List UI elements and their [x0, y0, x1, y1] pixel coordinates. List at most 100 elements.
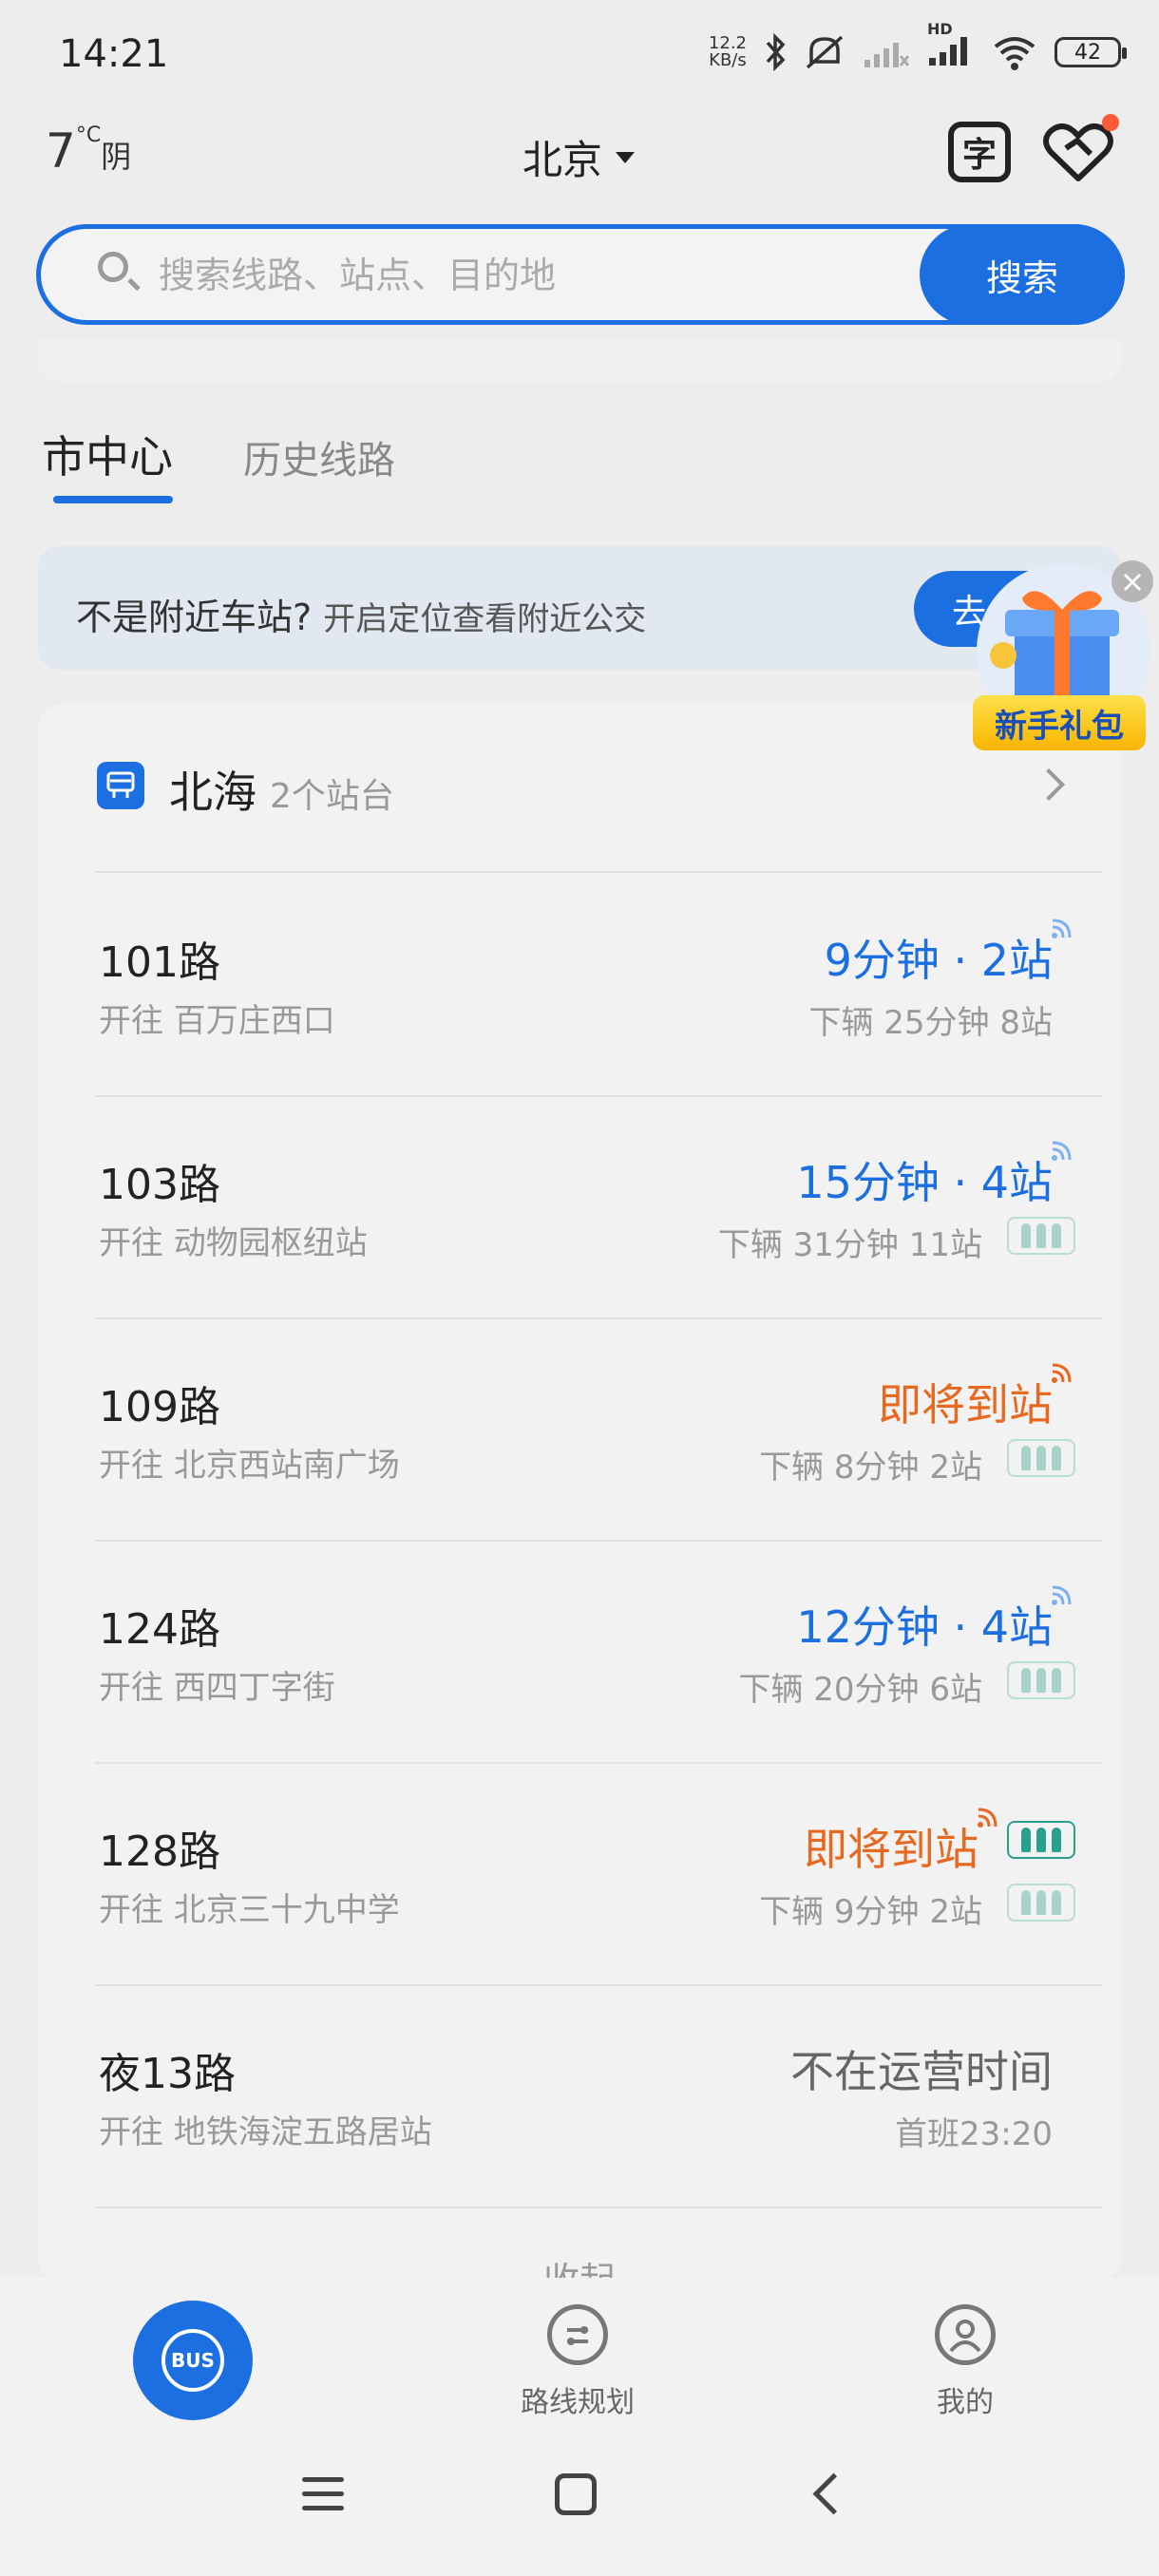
tab-active-indicator	[53, 496, 173, 503]
battery-level: 42	[1074, 40, 1101, 65]
mute-icon	[806, 35, 844, 69]
route-eta: 15分钟 · 4站	[796, 1157, 1053, 1208]
system-nav	[0, 2435, 1159, 2576]
route-destination: 开往 百万庄西口	[99, 1002, 335, 1040]
caret-down-icon	[616, 151, 636, 163]
wifi-icon	[994, 37, 1036, 70]
status-icons: 12.2 KB/s HD 42	[709, 20, 1127, 76]
route-eta: 不在运营时间	[790, 2046, 1053, 2097]
route-destination: 开往 地铁海淀五路居站	[99, 2113, 432, 2151]
next-bus-info: 下辆 8分钟 2站	[759, 1449, 982, 1487]
search-button[interactable]: 搜索	[920, 224, 1125, 325]
route-eta: 即将到站	[804, 1824, 978, 1875]
battery-icon: 42	[1054, 37, 1127, 67]
temp-unit: °C	[75, 123, 102, 147]
route-number: 109路	[99, 1383, 220, 1431]
route-row[interactable]: 103路开往 动物园枢纽站 15分钟 · 4站下辆 31分钟 11站	[38, 1095, 1121, 1317]
close-icon[interactable]: ×	[1112, 560, 1153, 602]
station-header[interactable]: 北海 2个站台	[38, 705, 1121, 871]
next-bus-info: 下辆 20分钟 6站	[738, 1671, 982, 1709]
route-destination: 开往 西四丁字街	[99, 1669, 335, 1707]
nav-route-plan[interactable]: 路线规划	[483, 2304, 673, 2420]
route-destination: 开往 北京西站南广场	[99, 1447, 400, 1485]
realtime-signal-icon	[1049, 1583, 1074, 1612]
crowd-level-icon	[1007, 1217, 1075, 1255]
realtime-signal-icon	[1049, 917, 1074, 945]
city-name: 北京	[522, 137, 603, 183]
location-banner: 不是附近车站? 开启定位查看附近公交 去	[38, 546, 1121, 670]
banner-title: 不是附近车站?	[76, 597, 313, 638]
status-time: 14:21	[59, 32, 169, 76]
notification-dot	[1102, 114, 1119, 131]
nav-mine[interactable]: 我的	[870, 2304, 1060, 2420]
divider	[95, 2207, 1102, 2208]
next-bus-info: 下辆 31分钟 11站	[717, 1226, 982, 1264]
tab-history-routes[interactable]: 历史线路	[243, 429, 395, 484]
signal-icon	[929, 37, 967, 66]
realtime-signal-icon	[1049, 1139, 1074, 1167]
nav-bus[interactable]: BUS	[133, 2301, 253, 2420]
route-row[interactable]: 109路开往 北京西站南广场 即将到站下辆 8分钟 2站	[38, 1317, 1121, 1540]
route-eta: 12分钟 · 4站	[796, 1601, 1053, 1653]
station-count: 2个站台	[270, 777, 394, 816]
ocr-scan-button[interactable]: 字	[948, 122, 1011, 182]
route-plan-icon	[547, 2304, 608, 2365]
heart-handshake-icon[interactable]	[1043, 120, 1113, 186]
weather[interactable]: 7°C阴	[46, 123, 131, 179]
crowd-level-icon	[1007, 1884, 1075, 1922]
nav-route-plan-label: 路线规划	[521, 2386, 635, 2419]
route-number: 101路	[99, 938, 220, 987]
station-card: 北海 2个站台 101路开往 百万庄西口 9分钟 · 2站下辆 25分钟 8站 103…	[38, 705, 1121, 2301]
status-bar: 14:21 12.2 KB/s HD 42	[0, 0, 1159, 104]
route-number: 夜13路	[99, 2050, 236, 2098]
nav-mine-label: 我的	[937, 2386, 994, 2419]
menu-icon[interactable]	[302, 2477, 344, 2511]
bus-icon: BUS	[162, 2329, 224, 2392]
next-bus-info: 下辆 9分钟 2站	[759, 1893, 982, 1931]
user-icon	[935, 2304, 996, 2365]
route-eta: 9分钟 · 2站	[824, 935, 1053, 986]
route-number: 124路	[99, 1605, 220, 1654]
banner-subtitle: 开启定位查看附近公交	[323, 600, 647, 638]
temperature: 7	[46, 123, 76, 179]
next-bus-info: 下辆 25分钟 8站	[808, 1004, 1053, 1042]
home-icon[interactable]	[555, 2473, 597, 2515]
route-destination: 开往 动物园枢纽站	[99, 1224, 368, 1262]
header-shadow	[38, 340, 1121, 382]
bus-stop-icon	[97, 762, 144, 809]
route-row[interactable]: 124路开往 西四丁字街 12分钟 · 4站下辆 20分钟 6站	[38, 1540, 1121, 1762]
search-bar: 搜索	[36, 224, 1125, 325]
banner-text: 不是附近车站? 开启定位查看附近公交	[76, 588, 646, 640]
bluetooth-icon	[766, 33, 786, 71]
weather-condition: 阴	[101, 139, 132, 175]
search-input[interactable]	[157, 246, 959, 305]
station-name: 北海 2个站台	[169, 758, 394, 821]
realtime-signal-icon	[1049, 1361, 1074, 1390]
realtime-signal-icon	[975, 1806, 999, 1834]
crowd-level-icon	[1007, 1821, 1075, 1859]
route-eta: 即将到站	[878, 1379, 1053, 1430]
route-row[interactable]: 101路开往 百万庄西口 9分钟 · 2站下辆 25分钟 8站	[38, 873, 1121, 1095]
crowd-level-icon	[1007, 1661, 1075, 1699]
route-row[interactable]: 夜13路开往 地铁海淀五路居站 不在运营时间首班23:20	[38, 1984, 1121, 2207]
next-bus-info: 首班23:20	[895, 2115, 1053, 2153]
ocr-icon: 字	[961, 136, 997, 175]
route-destination: 开往 北京三十九中学	[99, 1891, 400, 1929]
route-number: 128路	[99, 1828, 220, 1876]
crowd-level-icon	[1007, 1439, 1075, 1477]
route-number: 103路	[99, 1161, 220, 1209]
net-speed: 12.2 KB/s	[709, 35, 747, 69]
bottom-nav: BUS 路线规划 我的	[0, 2278, 1159, 2435]
back-icon[interactable]	[812, 2472, 855, 2515]
search-icon	[98, 252, 128, 282]
chevron-right-icon	[1033, 768, 1065, 801]
route-row[interactable]: 128路开往 北京三十九中学 即将到站下辆 9分钟 2站	[38, 1762, 1121, 1984]
signal-hd-group: HD	[927, 20, 975, 71]
gift-pack-label: 新手礼包	[973, 695, 1146, 750]
tab-city-center[interactable]: 市中心	[42, 423, 173, 485]
net-speed-unit: KB/s	[709, 50, 747, 70]
city-selector[interactable]: 北京	[522, 128, 636, 186]
station-title: 北海	[169, 767, 256, 818]
hd-label: HD	[927, 20, 953, 38]
signal-weak-icon	[864, 43, 910, 67]
